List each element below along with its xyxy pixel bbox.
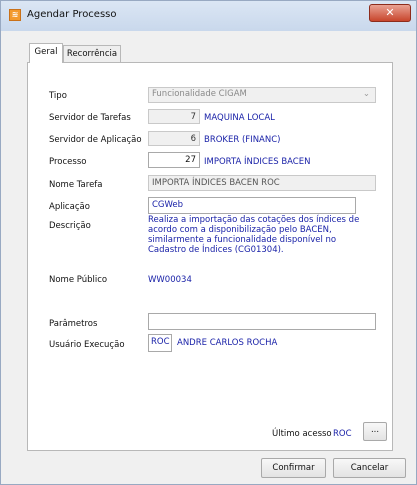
- descricao-text: Realiza a importação das cotações dos ín…: [148, 215, 360, 255]
- close-button[interactable]: ✕: [369, 4, 411, 22]
- chevron-down-icon: ⌄: [362, 89, 370, 99]
- nome-publico-label: Nome Público: [49, 275, 108, 285]
- aplicacao-value: CGWeb: [152, 200, 184, 210]
- processo-name: IMPORTA ÍNDICES BACEN: [204, 157, 311, 167]
- servidor-aplicacao-label: Servidor de Aplicação: [49, 135, 142, 145]
- servidor-aplicacao-name: BROKER (FINANC): [204, 135, 281, 145]
- tipo-select[interactable]: Funcionalidade CIGAM ⌄: [148, 87, 376, 103]
- parametros-field[interactable]: [148, 313, 376, 330]
- confirmar-button[interactable]: Confirmar: [261, 458, 326, 478]
- cancelar-button[interactable]: Cancelar: [333, 458, 406, 478]
- ultimo-acesso-label: Último acesso: [272, 429, 332, 439]
- processo-code[interactable]: 27: [148, 152, 200, 168]
- aplicacao-label: Aplicação: [49, 202, 90, 212]
- tab-recorrencia[interactable]: Recorrência: [63, 45, 121, 63]
- dialog-window: ≋ Agendar Processo ✕ Geral Recorrência T…: [0, 0, 417, 485]
- ultimo-acesso-value: ROC: [333, 429, 352, 439]
- app-icon: ≋: [9, 9, 21, 21]
- usuario-execucao-code: ROC: [151, 337, 170, 347]
- tab-geral[interactable]: Geral: [29, 43, 63, 63]
- title-bar[interactable]: ≋ Agendar Processo ✕: [1, 1, 416, 31]
- usuario-execucao-code-field[interactable]: ROC: [148, 334, 172, 352]
- descricao-label: Descrição: [49, 221, 91, 231]
- servidor-tarefas-name: MAQUINA LOCAL: [204, 113, 275, 123]
- tipo-value: Funcionalidade CIGAM: [152, 89, 247, 99]
- nome-tarefa-label: Nome Tarefa: [49, 180, 103, 190]
- usuario-execucao-label: Usuário Execução: [49, 340, 125, 350]
- parametros-label: Parâmetros: [49, 319, 98, 329]
- nome-tarefa-field[interactable]: IMPORTA ÍNDICES BACEN ROC: [148, 175, 376, 191]
- usuario-execucao-name: ANDRE CARLOS ROCHA: [177, 338, 278, 348]
- servidor-tarefas-code[interactable]: 7: [148, 109, 200, 124]
- aplicacao-field[interactable]: CGWeb: [148, 197, 356, 214]
- nome-publico-value: WW00034: [148, 275, 192, 285]
- window-title: Agendar Processo: [27, 9, 117, 20]
- ultimo-acesso-button[interactable]: ...: [363, 422, 387, 441]
- nome-tarefa-value: IMPORTA ÍNDICES BACEN ROC: [152, 178, 280, 188]
- servidor-tarefas-label: Servidor de Tarefas: [49, 113, 131, 123]
- servidor-aplicacao-code[interactable]: 6: [148, 131, 200, 146]
- processo-label: Processo: [49, 157, 87, 167]
- tipo-label: Tipo: [49, 91, 67, 101]
